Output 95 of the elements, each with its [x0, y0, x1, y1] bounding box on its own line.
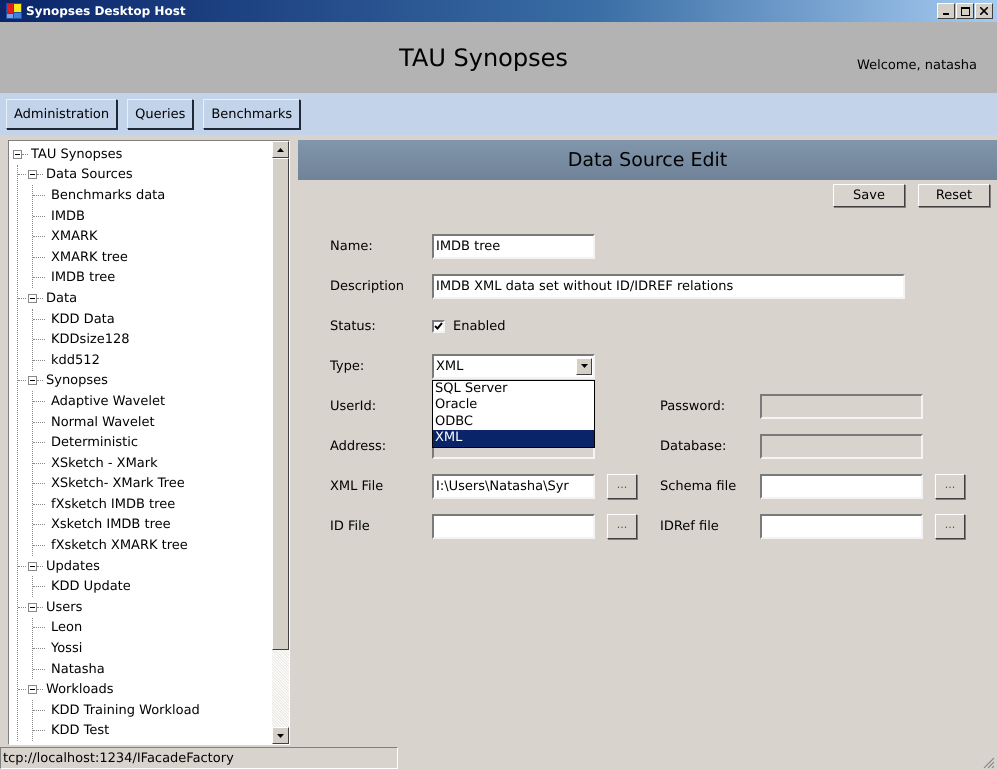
panel-title: Data Source Edit [568, 149, 728, 171]
field-label: UserId: [330, 398, 378, 414]
tree-item[interactable]: kdd512 [48, 352, 100, 368]
action-button[interactable]: Save [833, 184, 905, 207]
tree-item[interactable]: XSketch - XMark [48, 456, 158, 471]
browse-button[interactable]: ... [935, 474, 965, 498]
tree-item[interactable]: Data Sources [43, 167, 133, 182]
tree-item[interactable]: XSketch- XMark Tree [48, 476, 185, 492]
tree-item[interactable]: KDDsize128 [48, 332, 130, 348]
checkbox-label: Enabled [453, 318, 506, 334]
field-label: Database: [660, 438, 728, 454]
tree-item[interactable]: TAU Synopses [28, 146, 122, 162]
input-field[interactable] [432, 514, 595, 538]
input-field[interactable]: IMDB XML data set without ID/IDREF relations [432, 274, 905, 298]
tree-item[interactable]: fXsketch IMDB tree [48, 496, 176, 512]
scroll-down-button[interactable] [272, 727, 289, 744]
tree-item[interactable]: KDD Test [48, 723, 110, 738]
dropdown-option[interactable]: ODBC [433, 414, 594, 430]
tree-item[interactable]: Deterministic [48, 435, 138, 450]
field-label: Schema file [660, 478, 738, 494]
input-field[interactable]: IMDB tree [432, 234, 595, 258]
tree-item[interactable]: IMDB tree [48, 270, 116, 286]
nav-button[interactable]: Administration [6, 99, 118, 129]
tree-item[interactable]: Leon [48, 620, 82, 636]
action-button[interactable]: Reset [918, 184, 990, 207]
field-value: IMDB tree [436, 238, 500, 254]
field-label: Type: [330, 358, 366, 374]
tree-item[interactable]: IMDB [48, 208, 85, 224]
checkbox[interactable] [432, 320, 445, 332]
down-arrow-icon [277, 734, 284, 738]
dropdown-option[interactable]: SQL Server [433, 380, 594, 397]
tree-item[interactable]: KDD Training Workload [48, 702, 200, 718]
tree-item[interactable]: Updates [43, 558, 100, 574]
tree-item[interactable]: Data [43, 290, 78, 306]
scrollbar[interactable] [272, 141, 289, 744]
up-arrow-icon [277, 148, 284, 152]
tree-item[interactable]: KDD Update [48, 579, 131, 594]
scroll-thumb[interactable] [272, 158, 289, 650]
app-icon [6, 3, 22, 19]
browse-button[interactable]: ... [935, 514, 965, 538]
dropdown-option[interactable]: XML [433, 430, 594, 446]
welcome-text: Welcome, natasha [857, 58, 977, 73]
browse-button[interactable]: ... [607, 474, 637, 498]
tree-item[interactable]: Normal Wavelet [48, 414, 155, 430]
close-icon [980, 7, 988, 15]
close-button[interactable] [975, 3, 993, 19]
field-label: ID File [330, 518, 371, 534]
tree-item[interactable]: XMARK tree [48, 250, 128, 265]
maximize-icon [960, 6, 970, 16]
field-label: Description [330, 278, 406, 294]
field-label: Password: [660, 398, 726, 414]
collapse-icon[interactable] [28, 170, 37, 180]
tree-item[interactable]: Workloads [43, 682, 114, 698]
field-label: Address: [330, 438, 388, 454]
field-value: I:\Users\Natasha\Syr [436, 478, 569, 494]
maximize-button[interactable] [956, 3, 974, 19]
tree-item[interactable]: Xsketch IMDB tree [48, 517, 171, 532]
field-label: Name: [330, 238, 374, 254]
type-dropdown[interactable]: XML [432, 354, 595, 378]
caret-icon [580, 364, 588, 368]
scroll-up-button[interactable] [272, 141, 289, 158]
minimize-button[interactable] [937, 3, 955, 19]
nav-button[interactable]: Benchmarks [203, 99, 300, 129]
nav-button[interactable]: Queries [127, 99, 194, 129]
tree-item[interactable]: KDD Data [48, 312, 115, 327]
resize-grip-icon[interactable] [983, 756, 995, 768]
input-field[interactable] [760, 474, 923, 498]
tree-item[interactable]: Synopses [43, 373, 108, 388]
collapse-icon[interactable] [28, 294, 37, 303]
input-field[interactable] [760, 514, 923, 538]
dropdown-arrow-button[interactable] [576, 358, 592, 374]
window-title: Synopses Desktop Host [26, 4, 187, 18]
collapse-icon[interactable] [13, 150, 22, 159]
checkmark-icon [434, 322, 443, 330]
field-value: IMDB XML data set without ID/IDREF relations [436, 278, 734, 294]
collapse-icon[interactable] [28, 602, 37, 612]
dropdown-option[interactable]: Oracle [433, 397, 594, 414]
app-title: TAU Synopses [399, 44, 568, 72]
tree-item[interactable]: Yossi [48, 641, 82, 656]
tree-item[interactable]: Benchmarks data [48, 188, 166, 203]
tree-item[interactable]: Natasha [48, 662, 105, 677]
collapse-icon[interactable] [28, 376, 37, 386]
dropdown-value: XML [436, 358, 464, 374]
tree-item[interactable]: Adaptive Wavelet [48, 394, 166, 409]
tree-item[interactable]: XMARK [48, 229, 98, 244]
field-label: Status: [330, 318, 377, 334]
tree-item[interactable]: Users [43, 600, 82, 615]
collapse-icon[interactable] [28, 562, 37, 571]
input-field[interactable]: I:\Users\Natasha\Syr [432, 474, 595, 498]
tree-item[interactable]: fXsketch XMARK tree [48, 538, 188, 554]
field-label: XML File [330, 478, 384, 494]
browse-button[interactable]: ... [607, 514, 637, 538]
collapse-icon[interactable] [28, 685, 37, 694]
status-text: tcp://localhost:1234/IFacadeFactory [0, 746, 398, 768]
field-label: IDRef file [660, 518, 720, 534]
